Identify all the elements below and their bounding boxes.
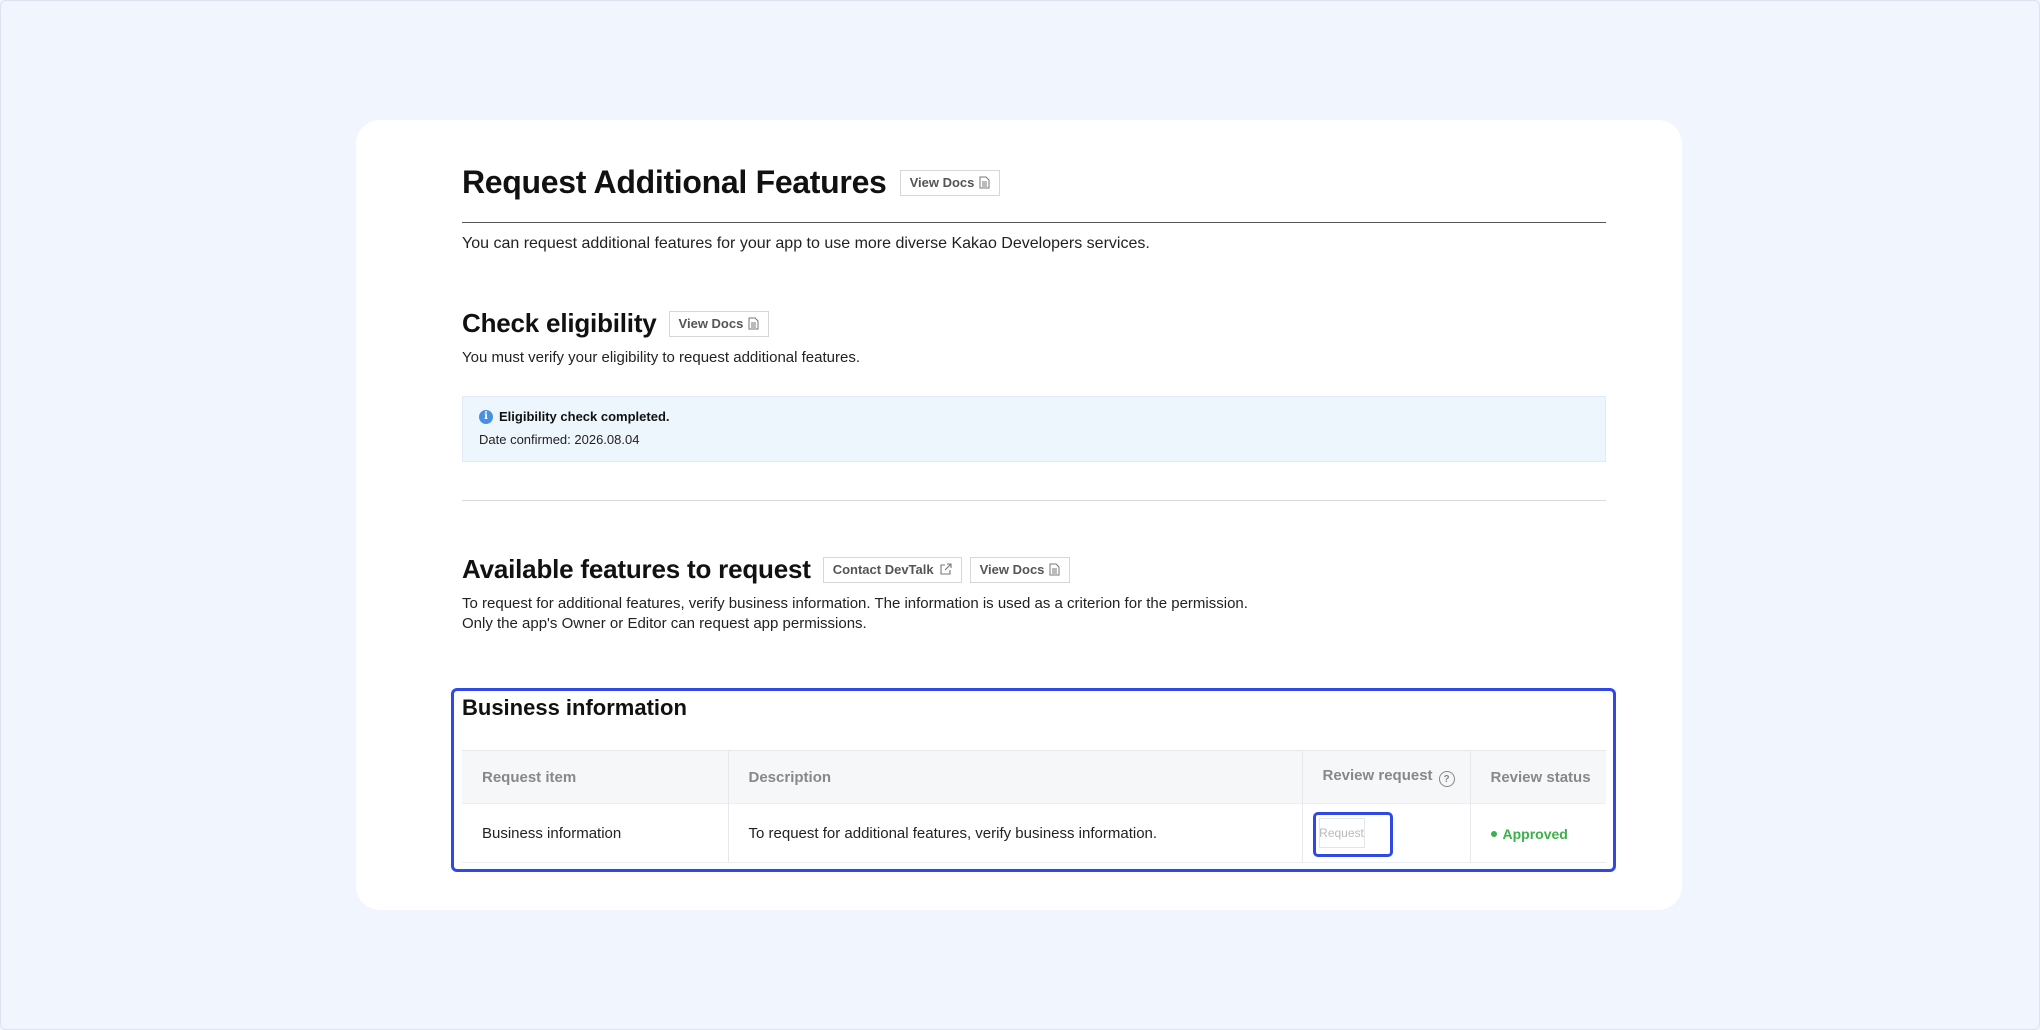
document-icon xyxy=(1049,563,1060,576)
info-icon: i xyxy=(479,409,493,424)
highlight-request-button xyxy=(1313,812,1393,857)
notice-title: Eligibility check completed. xyxy=(499,409,670,424)
notice-date: Date confirmed: 2026.08.04 xyxy=(479,432,640,447)
eligibility-header: Check eligibility View Docs xyxy=(462,308,770,339)
document-icon xyxy=(979,176,990,189)
view-docs-label: View Docs xyxy=(979,562,1045,577)
page-header: Request Additional Features View Docs xyxy=(462,164,1001,201)
highlight-business-section xyxy=(451,688,1616,872)
available-header: Available features to request Contact De… xyxy=(462,554,1071,585)
page-title: Request Additional Features xyxy=(462,164,887,200)
view-docs-label: View Docs xyxy=(678,316,744,331)
contact-devtalk-label: Contact DevTalk xyxy=(832,562,934,577)
header-divider xyxy=(462,222,1606,223)
available-view-docs-button[interactable]: View Docs xyxy=(969,556,1071,583)
eligibility-notice: i Eligibility check completed. Date conf… xyxy=(462,396,1606,462)
section-divider xyxy=(462,500,1606,501)
eligibility-description: You must verify your eligibility to requ… xyxy=(462,349,860,366)
available-line-1: To request for additional features, veri… xyxy=(462,595,1248,612)
view-docs-label: View Docs xyxy=(909,175,975,190)
document-icon xyxy=(748,317,759,330)
contact-devtalk-button[interactable]: Contact DevTalk xyxy=(822,556,962,583)
view-docs-button[interactable]: View Docs xyxy=(899,169,1001,196)
available-line-2: Only the app's Owner or Editor can reque… xyxy=(462,615,867,632)
eligibility-view-docs-button[interactable]: View Docs xyxy=(668,310,770,337)
eligibility-title: Check eligibility xyxy=(462,308,657,338)
page-intro: You can request additional features for … xyxy=(462,235,1150,252)
available-title: Available features to request xyxy=(462,554,811,584)
external-link-icon xyxy=(940,563,952,575)
